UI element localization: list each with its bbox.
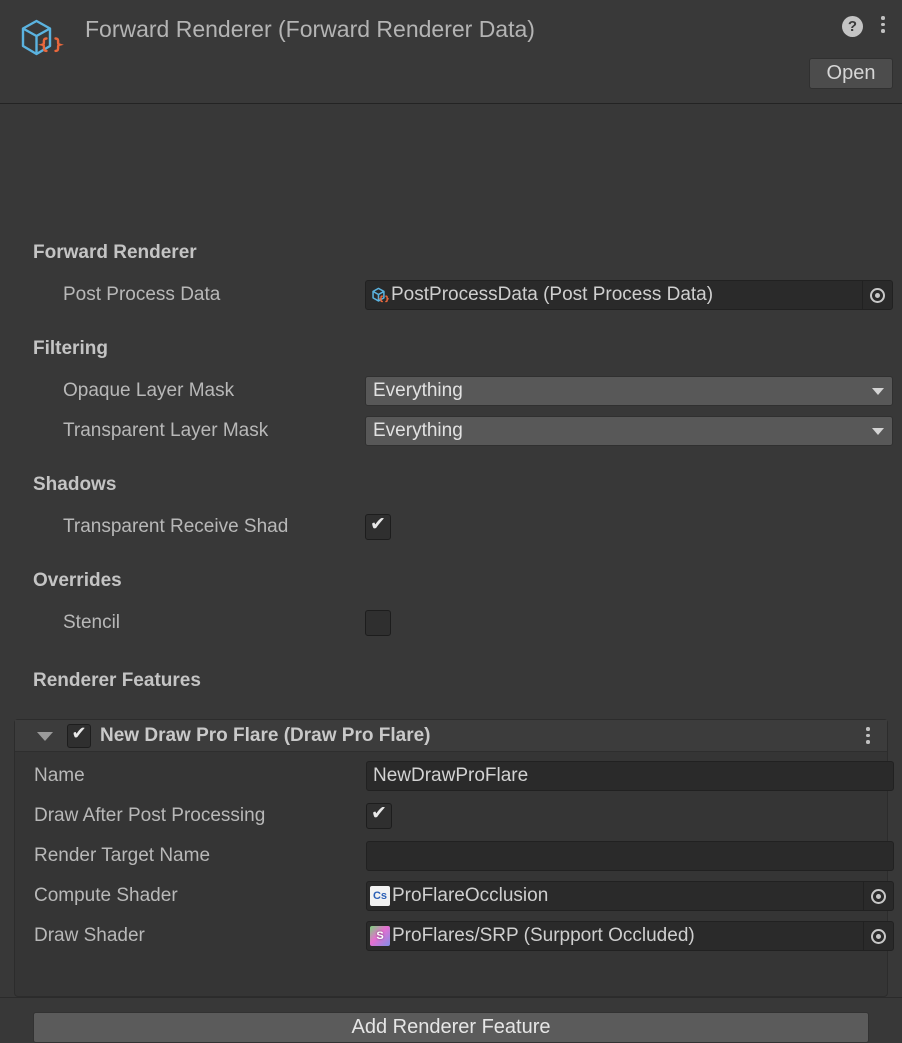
row-render-target-name: Render Target Name [15,841,894,871]
name-input-value: NewDrawProFlare [373,765,529,786]
renderer-feature-enabled-checkbox[interactable]: ✔ [67,724,91,748]
check-icon: ✔ [71,723,87,743]
help-icon[interactable]: ? [842,16,863,37]
compute-shader-value: ProFlareOcclusion [392,885,549,906]
transparent-layer-mask-dropdown[interactable]: Everything [365,416,893,446]
chevron-down-icon [872,428,884,435]
label-draw-after-post-processing: Draw After Post Processing [34,805,266,826]
post-process-data-field[interactable]: PostProcessData (Post Process Data) [365,280,893,310]
chevron-down-icon [872,388,884,395]
object-picker-icon[interactable] [863,922,893,950]
draw-shader-field[interactable]: S ProFlares/SRP (Surpport Occluded) [366,921,894,951]
label-opaque-layer-mask: Opaque Layer Mask [63,380,235,401]
row-stencil: Stencil [0,608,902,638]
row-draw-after-post-processing: Draw After Post Processing ✔ [15,801,887,831]
footer-divider [0,997,902,998]
compute-shader-icon: Cs [369,885,391,907]
object-picker-icon[interactable] [862,281,892,309]
transparent-receive-shadows-checkbox[interactable]: ✔ [365,514,391,540]
transparent-layer-mask-value: Everything [373,420,463,441]
label-transparent-receive-shadows: Transparent Receive Shad [63,516,289,537]
row-post-process-data: Post Process Data PostProcessData (Post … [0,280,902,310]
render-target-name-input[interactable] [366,841,894,871]
label-name: Name [34,765,85,786]
object-picker-icon[interactable] [863,882,893,910]
row-opaque-layer-mask: Opaque Layer Mask Everything [0,376,902,406]
renderer-feature-title: New Draw Pro Flare (Draw Pro Flare) [100,725,431,746]
kebab-menu-icon[interactable] [875,16,891,37]
renderer-feature-header[interactable]: ✔ New Draw Pro Flare (Draw Pro Flare) [15,720,887,752]
shader-icon-label: S [370,926,390,946]
opaque-layer-mask-dropdown[interactable]: Everything [365,376,893,406]
check-icon: ✔ [371,803,387,824]
row-name: Name NewDrawProFlare [15,761,894,791]
open-button[interactable]: Open [809,58,893,89]
label-compute-shader: Compute Shader [34,885,178,906]
check-icon [370,612,386,629]
add-renderer-feature-button[interactable]: Add Renderer Feature [33,1012,869,1043]
row-transparent-receive-shadows: Transparent Receive Shad ✔ [0,512,902,542]
label-draw-shader: Draw Shader [34,925,145,946]
opaque-layer-mask-value: Everything [373,380,463,401]
label-render-target-name: Render Target Name [34,845,211,866]
section-header-shadows: Shadows [33,474,117,495]
section-header-overrides: Overrides [33,570,122,591]
stencil-checkbox[interactable] [365,610,391,636]
scriptable-object-cube-icon [12,12,68,68]
row-transparent-layer-mask: Transparent Layer Mask Everything [0,416,902,446]
row-compute-shader: Compute Shader Cs ProFlareOcclusion [15,881,894,911]
post-process-data-value: PostProcessData (Post Process Data) [391,284,714,305]
row-draw-shader: Draw Shader S ProFlares/SRP (Surpport Oc… [15,921,894,951]
section-header-filtering: Filtering [33,338,108,359]
section-header-renderer-features: Renderer Features [33,670,201,691]
compute-shader-icon-label: Cs [370,886,390,906]
compute-shader-field[interactable]: Cs ProFlareOcclusion [366,881,894,911]
section-header-forward-renderer: Forward Renderer [33,242,197,263]
check-icon: ✔ [370,514,386,535]
draw-after-post-processing-checkbox[interactable]: ✔ [366,803,392,829]
renderer-feature-panel: ✔ New Draw Pro Flare (Draw Pro Flare) Na… [14,719,894,997]
kebab-menu-icon[interactable] [860,727,876,747]
page-title: Forward Renderer (Forward Renderer Data) [85,16,535,42]
label-post-process-data: Post Process Data [63,284,221,305]
label-transparent-layer-mask: Transparent Layer Mask [63,420,269,441]
name-input[interactable]: NewDrawProFlare [366,761,894,791]
label-stencil: Stencil [63,612,121,633]
inspector-header: Forward Renderer (Forward Renderer Data)… [0,0,902,104]
scriptable-object-cube-icon [368,284,390,306]
draw-shader-value: ProFlares/SRP (Surpport Occluded) [392,925,695,946]
shader-icon: S [369,925,391,947]
triangle-down-icon[interactable] [37,732,53,741]
